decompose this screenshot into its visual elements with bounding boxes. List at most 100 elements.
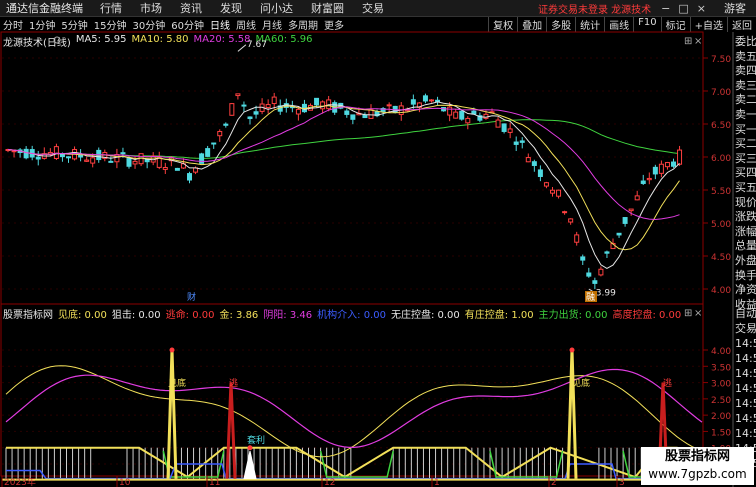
candle-body xyxy=(162,167,168,170)
candle-body xyxy=(271,96,277,105)
candle-body xyxy=(362,114,368,119)
candle-body xyxy=(66,156,71,159)
price-tick-label: 7.50 xyxy=(711,55,731,65)
candle-body xyxy=(320,101,326,110)
quote-field-17: 净资 xyxy=(735,283,756,297)
candle-body xyxy=(465,117,471,124)
candle-body xyxy=(229,103,235,116)
candle-body xyxy=(543,182,549,187)
x-axis-label: 10 xyxy=(119,478,131,487)
trade-field-6: 14:5 xyxy=(735,397,756,410)
ma10-line xyxy=(7,104,680,251)
trade-field-1: 交易 xyxy=(735,322,756,335)
candle-body xyxy=(671,161,676,167)
candle-body xyxy=(537,169,543,177)
candle-body xyxy=(344,110,350,115)
candle-body xyxy=(501,123,507,132)
x-axis-label: 3 xyxy=(619,478,625,487)
quote-field-7: 买二 xyxy=(735,137,756,151)
candle-body xyxy=(90,157,96,164)
candle-body xyxy=(616,232,622,236)
trade-field-0: 自动 xyxy=(735,307,756,320)
price-tick-label: 4.50 xyxy=(711,253,731,263)
price-tick-label: 6.00 xyxy=(711,154,731,164)
quote-field-3: 卖三 xyxy=(735,78,756,92)
quote-field-2: 卖四 xyxy=(735,64,756,78)
candle-body xyxy=(410,99,416,105)
quote-field-4: 卖二 xyxy=(735,93,756,107)
chart-title-dot-icon xyxy=(53,36,61,44)
jiandi-dot-1 xyxy=(169,347,175,353)
candle-body xyxy=(247,116,253,120)
price-tick-label: 5.50 xyxy=(711,187,731,197)
quote-field-14: 总量 xyxy=(735,239,756,253)
candle-body xyxy=(241,104,247,107)
trade-field-2: 14:5 xyxy=(735,337,756,350)
candle-body xyxy=(53,146,59,159)
candle-body xyxy=(205,148,211,157)
indicator-signal-label: 见底 xyxy=(168,377,186,389)
candle-body xyxy=(586,272,592,277)
candle-body xyxy=(84,159,90,162)
trade-field-7: 14:5 xyxy=(735,412,756,425)
low-price-label: 3.99 xyxy=(596,289,616,299)
candle-body xyxy=(429,99,434,102)
candle-body xyxy=(35,156,41,160)
candle-body xyxy=(126,158,132,167)
main-panel-frame xyxy=(0,31,704,305)
candle-body xyxy=(23,148,29,159)
kline-chart-canvas[interactable]: 7.67 3.99 财 融 见底 逃 见底 逃套利 7.50 7.00 6.50 6.00 5.50… xyxy=(0,0,756,487)
candle-body xyxy=(223,123,229,126)
candle-body xyxy=(562,211,568,214)
candle-body xyxy=(386,104,392,107)
candle-body xyxy=(531,161,537,166)
watermark-line2: www.7gpzb.com xyxy=(648,467,747,481)
candle-body xyxy=(114,154,120,163)
candle-body xyxy=(435,99,441,102)
candle-body xyxy=(174,167,180,171)
candle-body xyxy=(550,189,555,194)
candle-body xyxy=(422,95,428,102)
quote-field-12: 涨跌 xyxy=(735,210,756,224)
candle-body xyxy=(513,141,519,145)
ind-tick-label: 3.00 xyxy=(711,380,731,390)
candle-body xyxy=(132,160,138,165)
high-price-label: 7.67 xyxy=(247,40,267,50)
candle-body xyxy=(314,97,320,106)
candle-body xyxy=(495,119,501,128)
trade-field-4: 14:5 xyxy=(735,367,756,380)
candle-body xyxy=(350,114,356,120)
candle-body xyxy=(640,180,646,184)
jiandi-dot-2 xyxy=(569,347,575,353)
indicator-signal-label: 逃 xyxy=(663,377,672,389)
candle-body xyxy=(525,157,531,163)
indicator-settings-icon[interactable]: ⊞ xyxy=(684,308,692,319)
jiandi-spike-2 xyxy=(566,349,578,479)
trade-field-5: 14:5 xyxy=(735,382,756,395)
quote-field-1: 卖五 xyxy=(735,49,756,63)
candle-body xyxy=(628,208,634,212)
candle-body xyxy=(556,189,562,197)
candle-body xyxy=(199,153,205,164)
quote-field-10: 买五 xyxy=(735,180,756,194)
ind-tick-label: 4.00 xyxy=(711,347,731,357)
candle-body xyxy=(677,149,683,165)
trade-field-8: 14:5 xyxy=(735,427,756,440)
chart-close-icon[interactable]: × xyxy=(694,36,702,47)
watermark-logo: 股票指标网 www.7gpzb.com xyxy=(641,447,754,485)
price-tick-label: 4.00 xyxy=(711,286,731,296)
candle-body xyxy=(120,152,126,155)
high-pointer xyxy=(237,44,247,52)
candle-body xyxy=(652,166,658,175)
ind-tick-label: 2.00 xyxy=(711,412,731,422)
indicator-close-icon[interactable]: × xyxy=(694,308,702,319)
candle-body xyxy=(646,177,652,181)
price-tick-label: 5.00 xyxy=(711,220,731,230)
candle-body xyxy=(187,173,192,181)
chart-settings-icon[interactable]: ⊞ xyxy=(684,36,692,47)
jiandi-spike-1 xyxy=(166,349,178,479)
quote-field-9: 买四 xyxy=(735,166,756,180)
candle-body xyxy=(453,111,459,119)
candle-body xyxy=(658,163,664,174)
quote-field-15: 外盘 xyxy=(735,253,756,267)
